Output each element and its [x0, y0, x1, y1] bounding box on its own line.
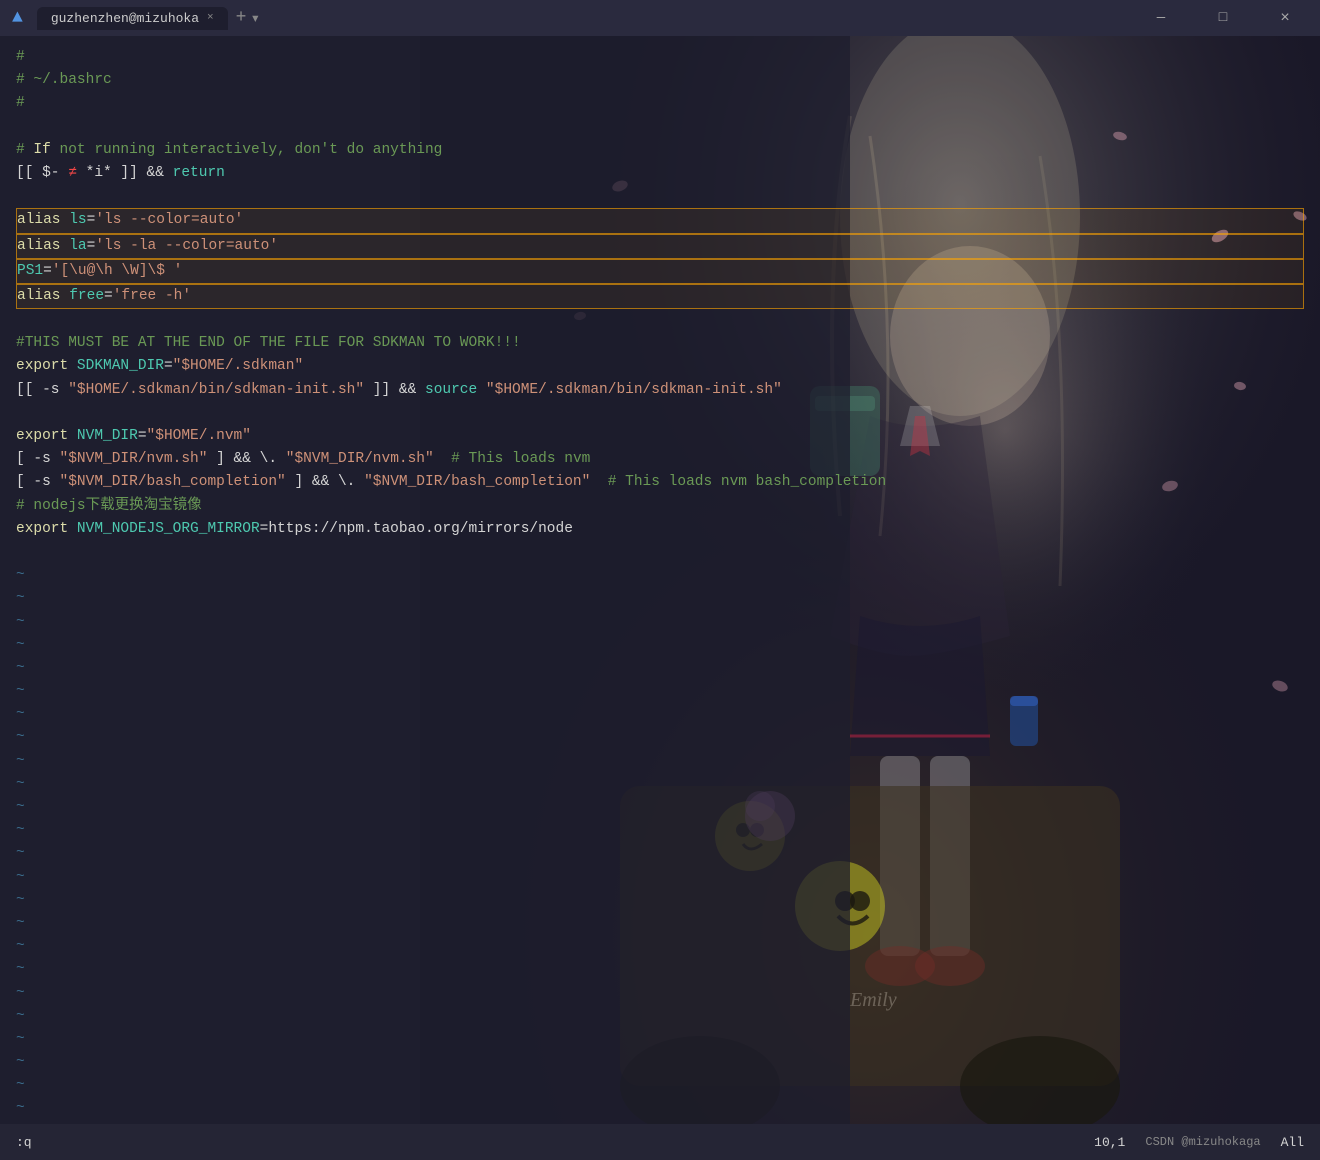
statusbar: :q 10,1 CSDN @mizuhokaga All	[0, 1124, 1320, 1160]
code-line: export NVM_DIR="$HOME/.nvm"	[16, 425, 1304, 448]
statusbar-right: 10,1 CSDN @mizuhokaga All	[1094, 1135, 1304, 1150]
tilde-line: ~	[16, 912, 1304, 935]
tilde-line: ~	[16, 935, 1304, 958]
new-tab-button[interactable]: +	[236, 8, 247, 28]
tilde-line: ~	[16, 750, 1304, 773]
tilde-line: ~	[16, 680, 1304, 703]
alias-block-line4: alias free='free -h'	[16, 284, 1304, 309]
tilde-line: ~	[16, 1028, 1304, 1051]
code-line: export SDKMAN_DIR="$HOME/.sdkman"	[16, 355, 1304, 378]
window-buttons: — □ ×	[1138, 0, 1308, 36]
tilde-line: ~	[16, 564, 1304, 587]
tilde-line: ~	[16, 611, 1304, 634]
alias-block-line3: PS1='[\u@\h \W]\$ '	[16, 259, 1304, 284]
window-controls: ▲	[12, 8, 27, 28]
tilde-line: ~	[16, 634, 1304, 657]
code-line: # ~/.bashrc	[16, 69, 1304, 92]
tab-label: guzhenzhen@mizuhoka	[51, 11, 199, 26]
minimize-button[interactable]: —	[1138, 0, 1184, 36]
tilde-line: ~	[16, 773, 1304, 796]
code-line	[16, 116, 1304, 139]
tilde-line: ~	[16, 796, 1304, 819]
alias-block-line1: alias ls='ls --color=auto'	[16, 208, 1304, 233]
app-icon: ▲	[12, 8, 23, 28]
code-line: # If not running interactively, don't do…	[16, 139, 1304, 162]
close-button[interactable]: ×	[1262, 0, 1308, 36]
tilde-line: ~	[16, 587, 1304, 610]
tab-area: guzhenzhen@mizuhoka × + ▾	[37, 7, 1138, 30]
code-line: #	[16, 46, 1304, 69]
cursor-position: 10,1	[1094, 1135, 1125, 1150]
tilde-line: ~	[16, 982, 1304, 1005]
terminal-window: ▲ guzhenzhen@mizuhoka × + ▾ — □ ×	[0, 0, 1320, 1160]
scroll-status: All	[1281, 1135, 1304, 1150]
tilde-line: ~	[16, 703, 1304, 726]
tilde-line: ~	[16, 842, 1304, 865]
tilde-line: ~	[16, 819, 1304, 842]
tilde-line: ~	[16, 726, 1304, 749]
code-line: #THIS MUST BE AT THE END OF THE FILE FOR…	[16, 332, 1304, 355]
code-line	[16, 309, 1304, 332]
tilde-line: ~	[16, 657, 1304, 680]
tab-chevron-button[interactable]: ▾	[250, 8, 260, 28]
code-line: [[ -s "$HOME/.sdkman/bin/sdkman-init.sh"…	[16, 379, 1304, 402]
code-line: [ -s "$NVM_DIR/nvm.sh" ] && \. "$NVM_DIR…	[16, 448, 1304, 471]
maximize-button[interactable]: □	[1200, 0, 1246, 36]
terminal-content[interactable]: # # ~/.bashrc # # If not running interac…	[0, 36, 1320, 1124]
tab-close-button[interactable]: ×	[207, 12, 214, 24]
credit-text: CSDN @mizuhokaga	[1145, 1135, 1260, 1149]
alias-block-line2: alias la='ls -la --color=auto'	[16, 234, 1304, 259]
code-line: #	[16, 92, 1304, 115]
code-line	[16, 541, 1304, 564]
tilde-line: ~	[16, 889, 1304, 912]
tilde-line: ~	[16, 866, 1304, 889]
tilde-line: ~	[16, 1005, 1304, 1028]
active-tab[interactable]: guzhenzhen@mizuhoka ×	[37, 7, 228, 30]
code-line	[16, 185, 1304, 208]
titlebar: ▲ guzhenzhen@mizuhoka × + ▾ — □ ×	[0, 0, 1320, 36]
code-line: export NVM_NODEJS_ORG_MIRROR=https://npm…	[16, 518, 1304, 541]
code-line	[16, 402, 1304, 425]
code-line: # nodejs下载更换淘宝镜像	[16, 495, 1304, 518]
tilde-line: ~	[16, 958, 1304, 981]
tilde-line: ~	[16, 1051, 1304, 1074]
tilde-line: ~	[16, 1074, 1304, 1097]
vim-command: :q	[16, 1135, 32, 1150]
code-line: [ -s "$NVM_DIR/bash_completion" ] && \. …	[16, 471, 1304, 494]
main-content: Emily #	[0, 36, 1320, 1124]
code-line: [[ $- ≠ *i* ]] && return	[16, 162, 1304, 185]
tilde-line: ~	[16, 1097, 1304, 1120]
